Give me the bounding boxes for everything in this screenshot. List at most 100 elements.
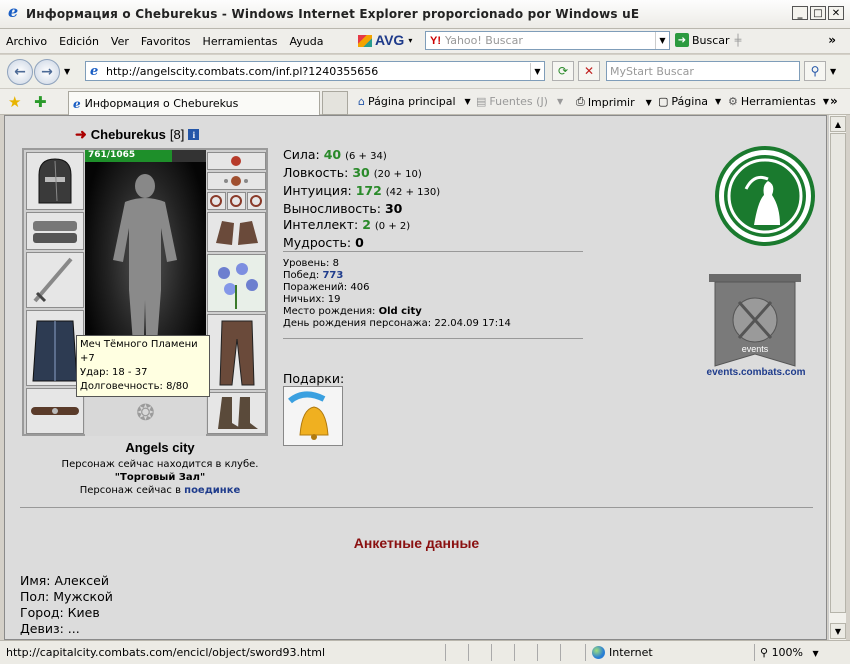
- leggings-icon: [219, 320, 255, 386]
- city-name: Angels city: [125, 440, 195, 455]
- menu-edicion[interactable]: Edición: [53, 35, 105, 48]
- title-bar: Информация о Cheburekus - Windows Intern…: [0, 0, 850, 29]
- yahoo-icon: Y!: [430, 34, 441, 47]
- avg-toolbar-button[interactable]: AVG ▾: [358, 32, 412, 48]
- scroll-down-button[interactable]: ▼: [830, 623, 846, 639]
- close-button[interactable]: ✕: [828, 6, 844, 20]
- helmet-slot[interactable]: [26, 152, 84, 210]
- stat-row: Ловкость: 30 (20 + 10): [283, 165, 422, 180]
- stat-row: Интуиция: 172 (42 + 130): [283, 183, 441, 198]
- window-title: Информация о Cheburekus - Windows Intern…: [26, 7, 640, 21]
- home-button[interactable]: ⌂ Página principal ▼: [358, 95, 471, 108]
- maximize-button[interactable]: □: [810, 6, 826, 20]
- stat-row: Выносливость: 30: [283, 201, 403, 216]
- print-button[interactable]: ⎙ Imprimir ▼: [576, 95, 652, 109]
- divider: [283, 338, 583, 339]
- add-favorites-icon[interactable]: ✚: [34, 93, 47, 111]
- character-name: Cheburekus: [90, 127, 166, 142]
- favorites-star-icon[interactable]: ★: [8, 93, 21, 111]
- emblem-icon: ❂: [136, 401, 155, 426]
- character-header: ➜ Cheburekus [8] i: [75, 126, 200, 143]
- battle-link[interactable]: поединке: [184, 485, 240, 496]
- stat-row: Интеллект: 2 (0 + 2): [283, 217, 411, 232]
- tools-menu-button[interactable]: ⚙ Herramientas ▼: [728, 95, 829, 108]
- section-divider: [20, 507, 813, 508]
- gear-icon: ⚙: [728, 95, 738, 108]
- boots-slot[interactable]: [207, 392, 266, 434]
- ring-slot-2[interactable]: [227, 192, 246, 210]
- earring-slot[interactable]: [207, 152, 266, 170]
- shield-slot[interactable]: [207, 254, 266, 312]
- scroll-up-button[interactable]: ▲: [830, 116, 846, 132]
- forward-button[interactable]: →: [34, 59, 60, 85]
- search-icon[interactable]: ⚲: [804, 61, 826, 81]
- profile-data: Имя: Алексей Пол: Мужской Город: Киев Де…: [20, 573, 113, 637]
- search-options-icon[interactable]: ▼: [830, 67, 836, 76]
- security-zone[interactable]: Internet: [592, 646, 653, 659]
- menu-favoritos[interactable]: Favoritos: [135, 35, 197, 48]
- menu-ver[interactable]: Ver: [105, 35, 135, 48]
- equipment-panel: 761/1065 ❂ Меч Тёмного Пламени +7 Удар: …: [22, 148, 268, 436]
- character-level: [8]: [169, 127, 185, 142]
- command-more-button[interactable]: »: [830, 94, 838, 108]
- avg-logo-icon: [358, 35, 372, 48]
- legs-slot[interactable]: [207, 314, 266, 390]
- battle-info: Уровень: 8 Побед: 773 Поражений: 406 Нич…: [283, 258, 511, 329]
- yahoo-search-input[interactable]: Y! Yahoo! Buscar ▼: [425, 31, 670, 50]
- stop-button[interactable]: ✕: [578, 61, 600, 81]
- profile-gender: Пол: Мужской: [20, 589, 113, 604]
- zoom-icon: ⚲: [760, 646, 769, 659]
- clan-emblem[interactable]: [715, 146, 815, 246]
- gift-item[interactable]: [283, 386, 343, 446]
- mystart-search-input[interactable]: MyStart Buscar: [606, 61, 800, 81]
- bell-icon: [288, 391, 329, 440]
- refresh-button[interactable]: ⟳: [552, 61, 574, 81]
- vertical-scrollbar[interactable]: ▲ ▼: [828, 115, 846, 640]
- stat-row: Сила: 40 (6 + 34): [283, 147, 387, 162]
- ie-icon: [6, 2, 22, 22]
- minimize-button[interactable]: _: [792, 6, 808, 20]
- weapon-slot[interactable]: [26, 252, 84, 308]
- sword-icon: [33, 257, 73, 303]
- arrow-icon[interactable]: ➜: [75, 126, 87, 143]
- amulet-icon: [224, 176, 248, 186]
- ring-icon: [230, 195, 242, 207]
- boots-icon: [218, 397, 258, 429]
- zoom-control[interactable]: ⚲ 100% ▼: [760, 646, 819, 659]
- stats-panel: Сила: 40 (6 + 34) Ловкость: 30 (20 + 10)…: [283, 147, 440, 251]
- menu-archivo[interactable]: Archivo: [0, 35, 53, 48]
- buscar-button[interactable]: ➜ Buscar ╪: [675, 33, 741, 47]
- gloves-slot[interactable]: [207, 212, 266, 252]
- go-arrow-icon: ➜: [675, 33, 689, 47]
- helmet-icon: [38, 158, 72, 204]
- ring-slot-3[interactable]: [247, 192, 266, 210]
- address-dropdown-icon[interactable]: ▼: [530, 62, 544, 80]
- armor-icon: [32, 320, 78, 382]
- info-icon[interactable]: i: [188, 129, 200, 140]
- events-link[interactable]: events.combats.com: [695, 367, 817, 378]
- bracers-slot[interactable]: [26, 212, 84, 250]
- printer-icon: ⎙: [576, 95, 585, 108]
- navigation-bar: ← → ▼ e http://angelscity.combats.com/in…: [0, 55, 850, 89]
- ring-icon: [250, 195, 262, 207]
- events-banner-icon[interactable]: events: [705, 272, 805, 370]
- chevron-down-icon[interactable]: ▼: [655, 32, 669, 49]
- status-url: http://capitalcity.combats.com/encicl/ob…: [6, 646, 326, 659]
- scroll-thumb[interactable]: [830, 133, 846, 613]
- menu-herramientas[interactable]: Herramientas: [197, 35, 284, 48]
- amulet-slot[interactable]: [207, 172, 266, 190]
- toolbar-more-button[interactable]: »: [828, 33, 836, 47]
- tab-current[interactable]: e Информация о Cheburekus: [68, 91, 320, 115]
- ring-slot-1[interactable]: [207, 192, 226, 210]
- page-menu-button[interactable]: ▢ Página ▼: [658, 95, 721, 108]
- feeds-button[interactable]: ▤ Fuentes (J) ▼: [476, 95, 563, 108]
- stat-row: Мудрость: 0: [283, 235, 364, 250]
- profile-name: Имя: Алексей: [20, 573, 109, 588]
- address-bar[interactable]: e http://angelscity.combats.com/inf.pl?1…: [85, 61, 545, 81]
- history-dropdown-icon[interactable]: ▼: [64, 67, 70, 76]
- back-button[interactable]: ←: [7, 59, 33, 85]
- new-tab-button[interactable]: [322, 91, 348, 115]
- page-icon: e: [90, 64, 99, 79]
- menu-ayuda[interactable]: Ayuda: [283, 35, 329, 48]
- profile-motto: Девиз: ...: [20, 621, 80, 636]
